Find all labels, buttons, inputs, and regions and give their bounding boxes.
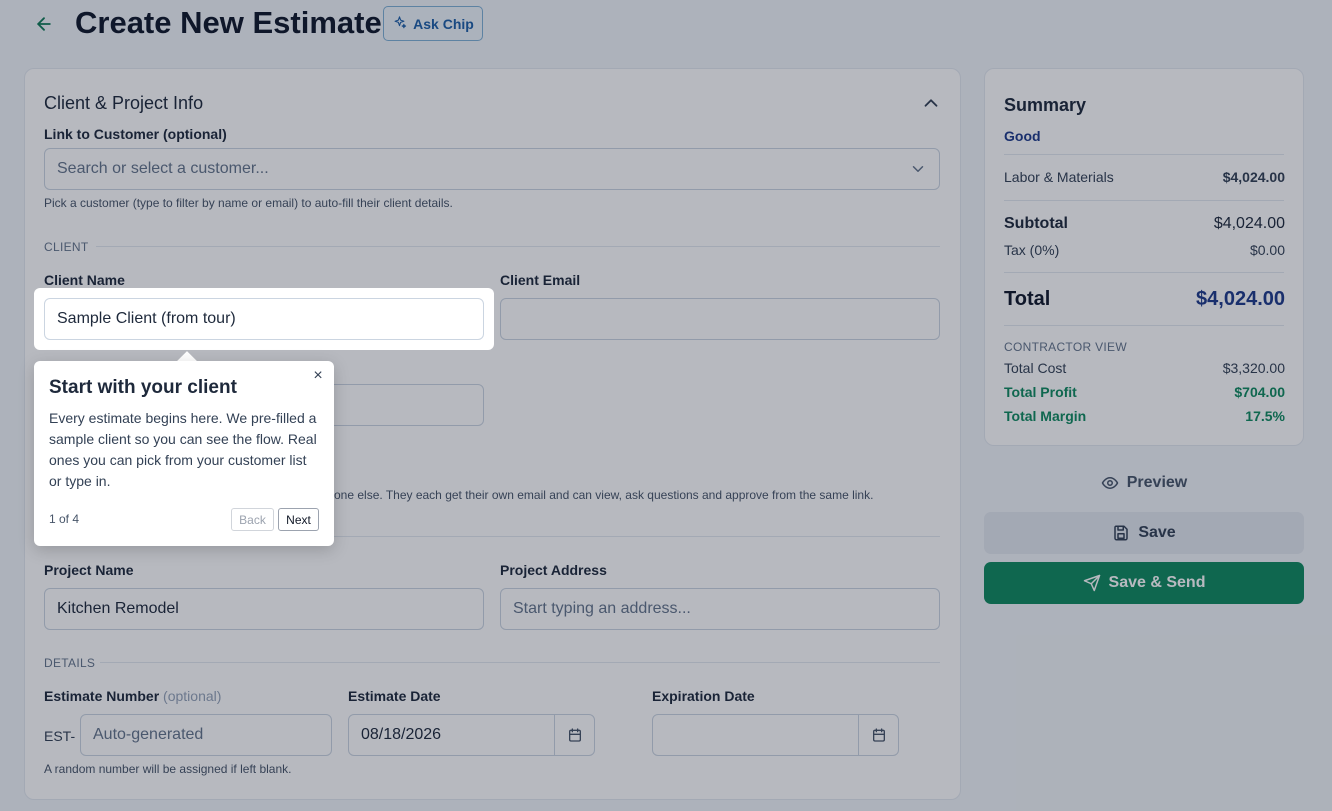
tour-back-button[interactable]: Back [231, 508, 274, 531]
tour-title: Start with your client [49, 377, 237, 398]
client-name-field[interactable]: Sample Client (from tour) [44, 298, 484, 340]
close-icon[interactable]: × [308, 366, 328, 386]
tour-step-counter: 1 of 4 [49, 512, 80, 526]
tour-next-button[interactable]: Next [278, 508, 319, 531]
tour-popover: Start with your client × Every estimate … [34, 361, 334, 546]
tour-body: Every estimate begins here. We pre-fille… [49, 410, 317, 489]
